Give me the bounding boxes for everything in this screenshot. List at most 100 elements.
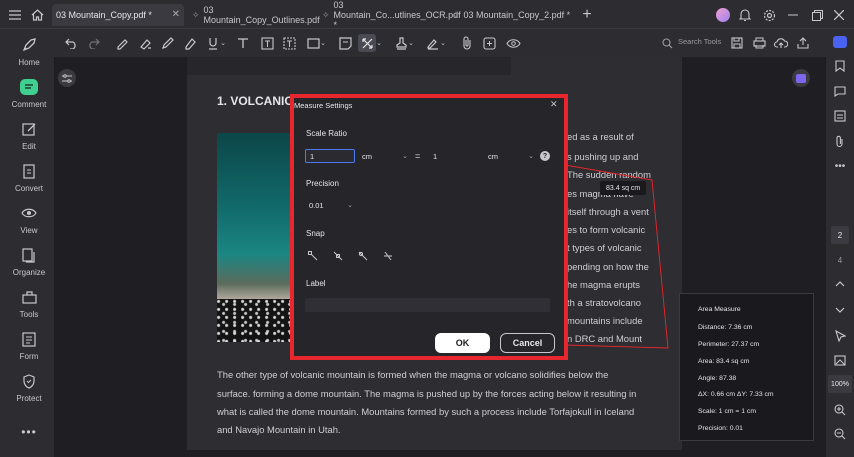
- filter-settings-icon[interactable]: [58, 69, 76, 87]
- ai-assistant-icon[interactable]: [792, 69, 810, 87]
- sidebar-item-label: Home: [18, 58, 40, 67]
- highlight-icon[interactable]: [112, 34, 130, 52]
- scale-right-input[interactable]: 1: [429, 149, 479, 163]
- sidebar-item-label: Comment: [11, 100, 47, 109]
- print-icon[interactable]: [750, 34, 768, 52]
- body-text-line: The other type of volcanic mountain is f…: [217, 369, 609, 380]
- zoom-in-icon[interactable]: [831, 401, 849, 419]
- eye-icon[interactable]: [504, 34, 522, 52]
- tab-label: 03 Mountain_Copy_2.pdf *: [463, 10, 571, 20]
- measure-angle: Angle: 87.38: [698, 375, 737, 382]
- area-highlight-icon[interactable]: [136, 34, 154, 52]
- restore-icon[interactable]: [808, 6, 826, 24]
- add-link-icon[interactable]: [480, 34, 498, 52]
- text-icon[interactable]: [234, 34, 252, 52]
- precision-select[interactable]: 0.01 ⌄: [305, 198, 355, 212]
- dialog-title: Measure Settings: [294, 101, 353, 110]
- bookmark-icon[interactable]: [831, 57, 849, 75]
- sidebar-item-comment[interactable]: Comment: [0, 77, 58, 109]
- comment-list-icon[interactable]: [831, 82, 849, 100]
- unit-value: cm: [362, 151, 372, 161]
- more-icon[interactable]: •••: [831, 157, 849, 175]
- zoom-level[interactable]: 100%: [828, 375, 852, 393]
- screenshot-icon[interactable]: [831, 351, 849, 369]
- textbox-icon[interactable]: [258, 34, 276, 52]
- home-icon[interactable]: [28, 6, 46, 24]
- page-current[interactable]: 2: [831, 226, 849, 244]
- redo-icon[interactable]: [84, 34, 102, 52]
- eraser-icon[interactable]: [180, 34, 198, 52]
- chevron-down-icon: ⌄: [528, 153, 534, 160]
- chevron-down-icon[interactable]: ⌄: [218, 34, 228, 52]
- tab-mountain-copy[interactable]: 03 Mountain_Copy.pdf * ✕: [52, 4, 184, 26]
- new-tab-icon[interactable]: +: [578, 6, 596, 24]
- cloud-upload-icon[interactable]: [772, 34, 790, 52]
- ai-icon[interactable]: [831, 33, 849, 51]
- tab-mountain-copy-2[interactable]: ✧ 03 Mountain_Copy_2.pdf *: [448, 4, 573, 26]
- chevron-down-icon[interactable]: ⌄: [374, 34, 384, 52]
- sidebar-item-convert[interactable]: Convert: [0, 161, 58, 193]
- bell-icon[interactable]: [736, 6, 754, 24]
- chevron-down-icon[interactable]: ⌄: [406, 34, 416, 52]
- chevron-down-icon[interactable]: ⌄: [318, 34, 328, 52]
- sidebar-item-edit[interactable]: Edit: [0, 119, 58, 151]
- scale-left-unit-select[interactable]: cm ⌄: [358, 149, 410, 163]
- share-icon[interactable]: [794, 34, 812, 52]
- close-window-icon[interactable]: [830, 6, 848, 24]
- chevron-down-icon: ⌄: [347, 202, 353, 209]
- search-tools-label[interactable]: Search Tools: [678, 37, 721, 46]
- measure-panel-title: Area Measure: [698, 306, 741, 313]
- close-icon[interactable]: ✕: [172, 9, 180, 20]
- sidebar-item-form[interactable]: Form: [0, 329, 58, 361]
- label-input[interactable]: [305, 298, 550, 312]
- save-icon[interactable]: [728, 34, 746, 52]
- search-icon[interactable]: [660, 34, 674, 52]
- cancel-button[interactable]: Cancel: [500, 333, 555, 353]
- chevron-down-icon[interactable]: ⌄: [438, 34, 448, 52]
- attachment-icon[interactable]: [831, 132, 849, 150]
- menu-icon[interactable]: [6, 6, 24, 24]
- sidebar-item-label: Organize: [12, 268, 46, 277]
- chevron-up-icon[interactable]: [831, 275, 849, 293]
- attachment-icon[interactable]: [458, 34, 476, 52]
- pencil-icon[interactable]: [158, 34, 176, 52]
- tab-mountain-outlines[interactable]: ✧ 03 Mountain_Copy_Outlines.pdf: [188, 4, 320, 26]
- scale-ratio-label: Scale Ratio: [306, 129, 347, 138]
- help-icon[interactable]: ?: [540, 151, 550, 161]
- chevron-down-icon[interactable]: [831, 301, 849, 319]
- scale-right-unit-select[interactable]: cm ⌄: [484, 149, 536, 163]
- undo-icon[interactable]: [62, 34, 80, 52]
- gear-icon[interactable]: [760, 6, 778, 24]
- sidebar-item-label: Tools: [19, 310, 39, 319]
- organize-icon: [19, 245, 39, 265]
- sidebar-item-view[interactable]: View: [0, 203, 58, 235]
- scale-left-input[interactable]: 1: [305, 149, 355, 163]
- close-icon[interactable]: ✕: [550, 99, 558, 110]
- sidebar-item-label: Form: [19, 352, 39, 361]
- sidebar-item-protect[interactable]: Protect: [0, 371, 58, 403]
- more-icon[interactable]: •••: [0, 425, 58, 439]
- thumbnails-icon[interactable]: [831, 107, 849, 125]
- sidebar-item-tools[interactable]: Tools: [0, 287, 58, 319]
- sidebar-item-label: Edit: [22, 142, 36, 151]
- zoom-out-icon[interactable]: [831, 425, 849, 443]
- note-icon[interactable]: [336, 34, 354, 52]
- ok-button[interactable]: OK: [435, 333, 490, 353]
- sidebar-item-home[interactable]: Home: [0, 35, 58, 67]
- tab-label: 03 Mountain_Copy.pdf *: [56, 10, 152, 20]
- text-callout-icon[interactable]: [280, 34, 298, 52]
- tab-mountain-ocr[interactable]: ✧ 03 Mountain_Co...utlines_OCR.pdf *: [318, 0, 461, 30]
- sidebar-item-label: View: [20, 226, 38, 235]
- measure-scale: Scale: 1 cm = 1 cm: [698, 408, 756, 415]
- snap-intersection-icon[interactable]: [381, 249, 395, 263]
- precision-label: Precision: [306, 179, 339, 188]
- snap-endpoint-icon[interactable]: [306, 249, 320, 263]
- snap-path-icon[interactable]: [356, 249, 370, 263]
- eye-icon: [19, 203, 39, 223]
- measure-distance: Distance: 7.36 cm: [698, 324, 753, 331]
- snap-midpoint-icon[interactable]: [331, 249, 345, 263]
- minimize-icon[interactable]: [784, 6, 802, 24]
- select-cursor-icon[interactable]: [831, 327, 849, 345]
- avatar[interactable]: [714, 6, 732, 24]
- sidebar-item-organize[interactable]: Organize: [0, 245, 58, 277]
